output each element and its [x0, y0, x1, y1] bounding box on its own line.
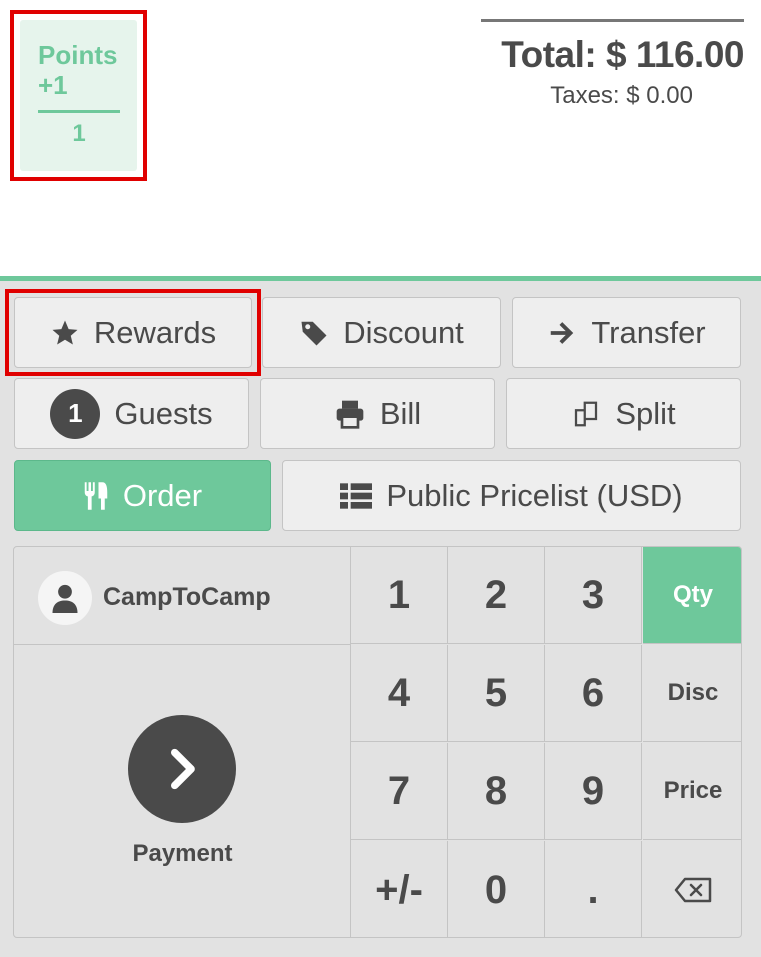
mode-disc-button[interactable]: Disc: [643, 645, 741, 742]
pricelist-button[interactable]: Public Pricelist (USD): [282, 460, 741, 531]
numpad-key-2[interactable]: 2: [448, 547, 545, 644]
numpad-key-5[interactable]: 5: [448, 645, 545, 742]
order-button[interactable]: Order: [14, 460, 271, 531]
bill-label: Bill: [379, 395, 422, 431]
split-label: Split: [615, 395, 676, 431]
rewards-highlight-box: [5, 289, 261, 376]
bill-button[interactable]: Bill: [260, 378, 495, 449]
list-icon: [340, 482, 373, 510]
transfer-button[interactable]: Transfer: [512, 297, 741, 368]
arrow-right-icon: [547, 318, 577, 348]
numpad-key-6[interactable]: 6: [545, 645, 642, 742]
discount-button[interactable]: Discount: [262, 297, 501, 368]
total-divider: [481, 19, 744, 22]
payment-button[interactable]: Payment: [14, 645, 351, 937]
printer-icon: [334, 399, 366, 429]
numpad-key-plus-minus[interactable]: +/-: [351, 841, 448, 937]
backspace-icon: [674, 868, 712, 913]
numpad-key-3[interactable]: 3: [545, 547, 642, 644]
backspace-button[interactable]: [643, 841, 741, 937]
order-total: Total: $ 116.00: [501, 34, 744, 75]
discount-label: Discount: [343, 314, 464, 350]
customer-button[interactable]: CampToCamp: [14, 547, 351, 645]
customer-name: CampToCamp: [103, 583, 271, 611]
guests-button[interactable]: 1 Guests: [14, 378, 249, 449]
chevron-right-icon: [128, 715, 236, 823]
numpad-key-dot[interactable]: .: [545, 841, 642, 937]
numpad-key-8[interactable]: 8: [448, 743, 545, 840]
mode-price-button[interactable]: Price: [643, 743, 741, 840]
numpad-key-9[interactable]: 9: [545, 743, 642, 840]
cutlery-icon: [83, 481, 109, 511]
transfer-label: Transfer: [591, 314, 706, 350]
numpad-key-1[interactable]: 1: [351, 547, 448, 644]
copy-icon: [571, 399, 601, 429]
split-button[interactable]: Split: [506, 378, 741, 449]
pricelist-label: Public Pricelist (USD): [386, 477, 683, 513]
points-highlight-box: [10, 10, 147, 181]
order-taxes: Taxes: $ 0.00: [550, 82, 693, 109]
mode-qty-button[interactable]: Qty: [643, 547, 741, 644]
action-pad: CampToCamp Payment 1 2 3 Qty 4 5 6 Disc …: [13, 546, 742, 938]
numpad-key-4[interactable]: 4: [351, 645, 448, 742]
numpad-key-0[interactable]: 0: [448, 841, 545, 937]
numpad-key-7[interactable]: 7: [351, 743, 448, 840]
payment-label: Payment: [132, 840, 233, 867]
guests-count-badge: 1: [50, 388, 101, 439]
user-icon: [38, 571, 92, 625]
guests-label: Guests: [114, 395, 213, 431]
tag-icon: [299, 318, 329, 348]
order-label: Order: [122, 477, 203, 513]
